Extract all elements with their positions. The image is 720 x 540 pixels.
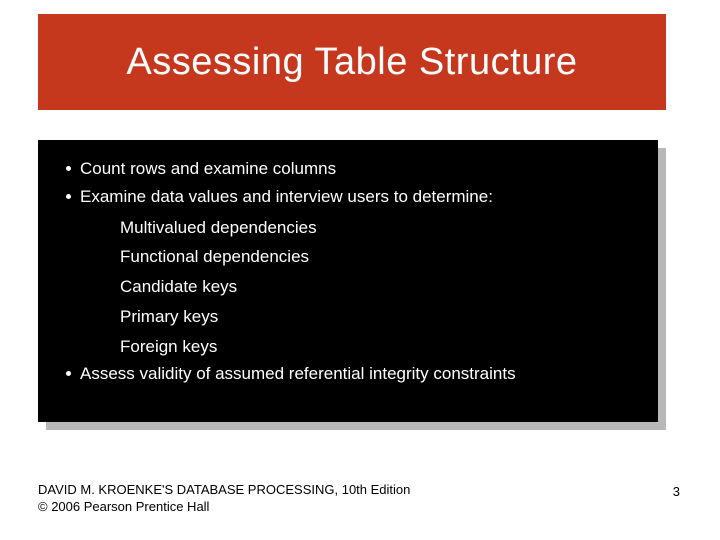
- footer-line2: © 2006 Pearson Prentice Hall: [38, 498, 678, 516]
- content-panel: Count rows and examine columns Examine d…: [38, 140, 658, 422]
- footer: DAVID M. KROENKE'S DATABASE PROCESSING, …: [38, 481, 678, 516]
- bullet-level1: Assess validity of assumed referential i…: [62, 361, 634, 387]
- bullet-level1: Count rows and examine columns: [62, 156, 634, 182]
- slide: Assessing Table Structure Count rows and…: [0, 0, 720, 540]
- bullet-level1: Examine data values and interview users …: [62, 184, 634, 210]
- bullet-level2: Foreign keys: [62, 332, 634, 362]
- title-band: Assessing Table Structure: [38, 14, 666, 110]
- bullet-level2: Primary keys: [62, 302, 634, 332]
- footer-line1: DAVID M. KROENKE'S DATABASE PROCESSING, …: [38, 481, 678, 499]
- bullet-level2: Functional dependencies: [62, 242, 634, 272]
- bullet-level2: Multivalued dependencies: [62, 213, 634, 243]
- content-area: Count rows and examine columns Examine d…: [38, 140, 666, 430]
- bullet-level2: Candidate keys: [62, 272, 634, 302]
- slide-title: Assessing Table Structure: [126, 41, 577, 84]
- page-number: 3: [673, 484, 680, 499]
